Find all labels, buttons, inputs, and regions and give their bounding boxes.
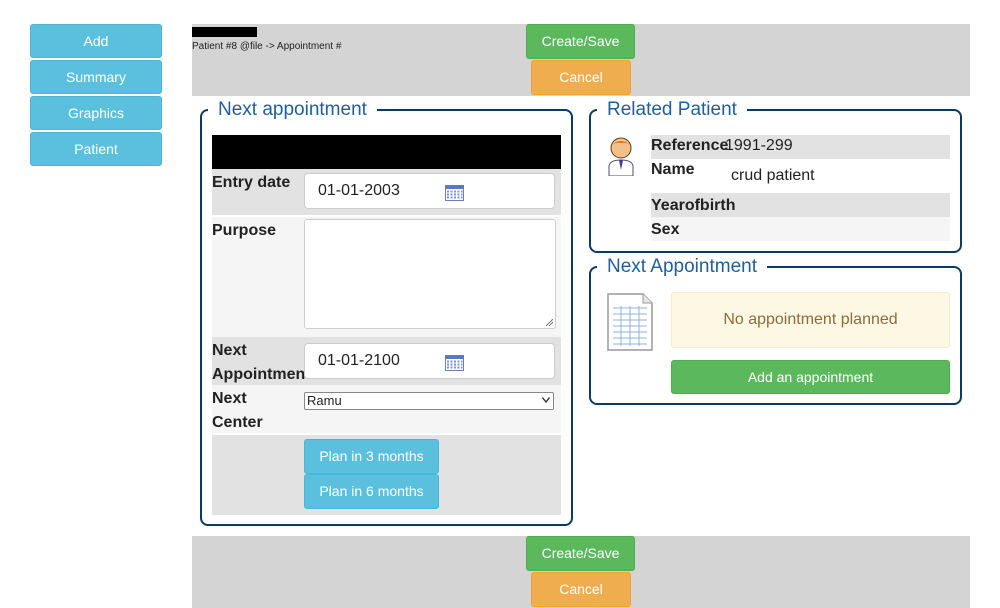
next-appointment-label: Next Appointmen (212, 339, 305, 387)
next-appointment-row: Next Appointmen 01-01-2100 (212, 337, 561, 385)
plan-3-months-button[interactable]: Plan in 3 months (304, 439, 439, 474)
reference-row: Reference 1991-299 (651, 135, 950, 159)
sex-row: Sex (651, 217, 950, 241)
entry-date-value: 01-01-2003 (318, 182, 400, 199)
resize-grip-icon[interactable] (546, 319, 553, 326)
next-center-label: Next Center (212, 387, 263, 435)
cancel-button[interactable]: Cancel (531, 60, 631, 95)
next-appointment-date-input[interactable]: 01-01-2100 (304, 343, 555, 379)
next-appointment-date-value: 01-01-2100 (318, 352, 400, 369)
form-legend: Next appointment (208, 99, 377, 121)
nav-graphics-button[interactable]: Graphics (30, 96, 162, 130)
entry-date-label: Entry date (212, 174, 291, 191)
purpose-textarea[interactable] (304, 219, 556, 329)
no-appointment-alert: No appointment planned (671, 292, 950, 348)
entry-date-input[interactable]: 01-01-2003 (304, 173, 555, 209)
patient-avatar-icon (608, 137, 634, 176)
breadcrumb: Patient #8 @file -> Appointment # (192, 41, 342, 52)
nav-patient-button[interactable]: Patient (30, 132, 162, 166)
redacted-title-bar (192, 27, 257, 37)
plan-buttons-row: Plan in 3 months Plan in 6 months (212, 435, 561, 515)
next-center-label-line-1: Next (212, 390, 247, 407)
next-center-label-line-2: Center (212, 414, 263, 431)
plan-6-months-button[interactable]: Plan in 6 months (304, 474, 439, 509)
next-center-select[interactable]: Ramu (304, 392, 554, 410)
next-center-selected-value: Ramu (307, 393, 342, 408)
next-center-row: Next Center Ramu (212, 385, 561, 433)
related-patient-legend: Related Patient (597, 99, 747, 121)
next-appointment-panel: Next Appointment No appointment planned … (589, 256, 962, 405)
purpose-label: Purpose (212, 222, 277, 239)
yearofbirth-row: Yearofbirth (651, 193, 950, 217)
yearofbirth-label: Yearofbirth (651, 197, 736, 214)
next-appointment-label-line-1: Next (212, 342, 247, 359)
name-value: crud patient (731, 167, 815, 184)
side-nav: Add Summary Graphics Patient (30, 24, 162, 168)
nav-add-button[interactable]: Add (30, 24, 162, 58)
chevron-down-icon (542, 397, 550, 403)
name-row: Name crud patient (651, 159, 950, 193)
name-label: Name (651, 161, 695, 178)
reference-value: 1991-299 (725, 137, 793, 154)
nav-summary-button[interactable]: Summary (30, 60, 162, 94)
create-save-button[interactable]: Create/Save (526, 24, 635, 59)
form-header-bar (212, 135, 561, 169)
next-appointment-form: Next appointment Entry date 01-01-2003 P… (200, 99, 573, 526)
entry-date-row: Entry date 01-01-2003 (212, 169, 561, 215)
calendar-icon[interactable] (445, 185, 464, 201)
purpose-row: Purpose (212, 217, 561, 337)
sex-label: Sex (651, 221, 680, 238)
add-appointment-button[interactable]: Add an appointment (671, 360, 950, 394)
footer-create-save-button[interactable]: Create/Save (526, 536, 635, 571)
next-appointment-label-line-2: Appointmen (212, 366, 306, 383)
related-patient-panel: Related Patient Reference 1991-299 Name … (589, 99, 962, 253)
calendar-icon[interactable] (445, 355, 464, 371)
header-band: Patient #8 @file -> Appointment # Create… (192, 24, 970, 96)
reference-label: Reference (651, 137, 729, 154)
footer-band: Create/Save Cancel (192, 536, 970, 608)
document-icon (607, 293, 653, 351)
footer-cancel-button[interactable]: Cancel (531, 572, 631, 607)
next-appointment-panel-legend: Next Appointment (597, 256, 767, 278)
